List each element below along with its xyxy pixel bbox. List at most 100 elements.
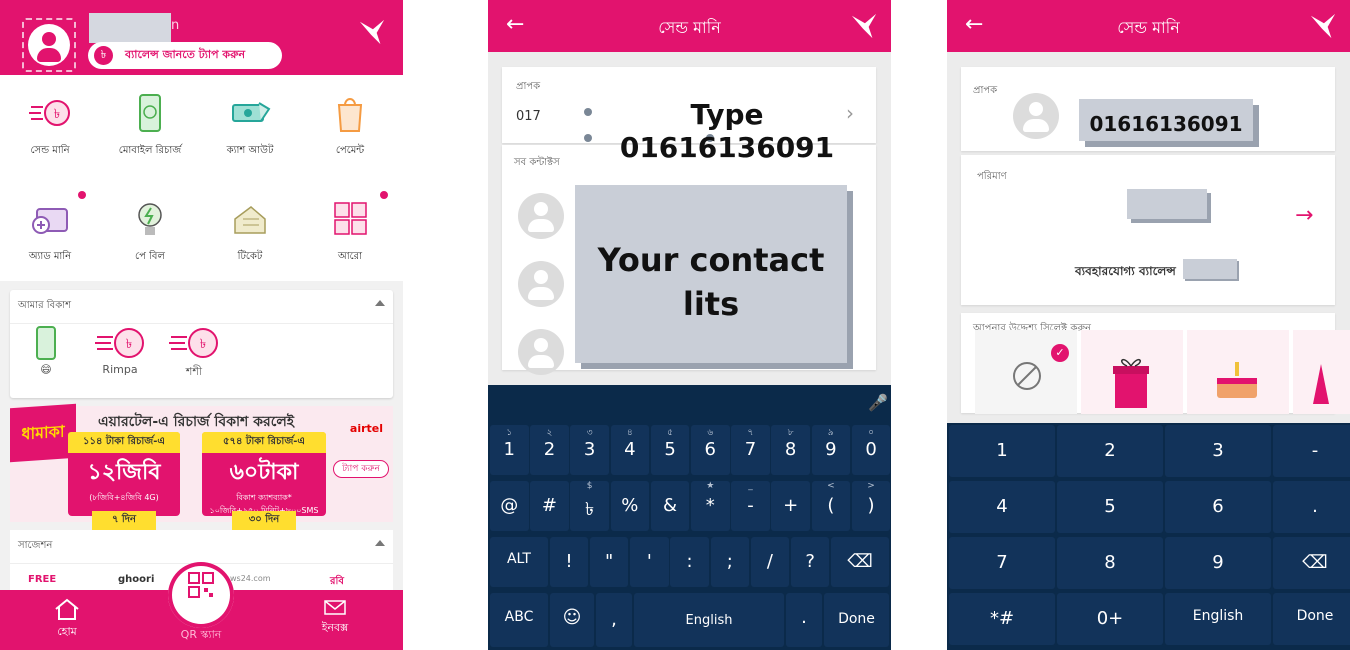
amount-redaction[interactable]	[1127, 189, 1207, 219]
number-key[interactable]: ০0	[851, 425, 891, 475]
symbol-key[interactable]: <(	[811, 481, 851, 531]
suggestion-header[interactable]: সাজেশন	[10, 530, 393, 564]
dress-icon	[1313, 364, 1329, 404]
emoji-key[interactable]: ☺	[550, 593, 594, 647]
numpad-key[interactable]: 4	[949, 481, 1055, 533]
numpad-key[interactable]: 9	[1165, 537, 1271, 589]
favorite-contact[interactable]: ৳ শশী	[164, 326, 224, 382]
key-label: 8	[784, 439, 797, 460]
numpad-key[interactable]: 7	[949, 537, 1055, 589]
menu-mobile-recharge[interactable]: মোবাইল রিচার্জ	[100, 93, 200, 160]
done-key[interactable]: Done	[824, 593, 889, 647]
next-arrow-icon[interactable]: →	[1295, 203, 1313, 228]
banner-tap-button[interactable]: ট্যাপ করুন	[333, 460, 389, 478]
number-key[interactable]: ৬6	[691, 425, 730, 475]
favorite-contact[interactable]: ৳ Rimpa	[90, 326, 150, 376]
punctuation-key[interactable]: !	[549, 537, 589, 587]
language-key[interactable]: English	[1165, 593, 1271, 645]
number-key[interactable]: ১1	[490, 425, 529, 475]
number-key[interactable]: ৫5	[650, 425, 690, 475]
symbol-key[interactable]: >)	[851, 481, 891, 531]
key-label: /	[766, 551, 773, 572]
balance-button[interactable]: ৳ ব্যালেন্স জানতে ট্যাপ করুন	[88, 42, 282, 69]
numpad-key[interactable]: *#	[949, 593, 1055, 645]
emoji-icon: ☺	[562, 607, 582, 628]
nav-home[interactable]: হোম	[22, 598, 112, 642]
numpad-key[interactable]: 2	[1057, 425, 1163, 477]
numpad-key[interactable]: 6	[1165, 481, 1271, 533]
contact-avatar[interactable]	[518, 329, 564, 375]
favorite-contact[interactable]: 😄	[16, 326, 76, 376]
suggestion-logo[interactable]: রবি	[330, 574, 344, 591]
numpad-key[interactable]: .	[1273, 481, 1350, 533]
menu-pay-bill[interactable]: পে বিল	[100, 199, 200, 266]
number-key[interactable]: ৪4	[610, 425, 650, 475]
abc-key[interactable]: ABC	[490, 593, 548, 647]
menu-cash-out[interactable]: ক্যাশ আউট	[200, 93, 300, 160]
nav-label: হোম	[57, 625, 77, 638]
symbol-key[interactable]: _ -	[731, 481, 770, 531]
collapse-arrow-icon[interactable]	[375, 540, 385, 546]
microphone-icon[interactable]: 🎤	[868, 393, 888, 412]
backspace-key[interactable]: ⌫	[831, 537, 889, 587]
number-key[interactable]: ২2	[530, 425, 569, 475]
space-language-key[interactable]: English	[634, 593, 784, 647]
numpad-key[interactable]: 0+	[1057, 593, 1163, 645]
symbol-key[interactable]: @	[490, 481, 529, 531]
punctuation-key[interactable]: '	[630, 537, 669, 587]
promo-banner[interactable]: ধামাকা এয়ারটেল-এ রিচার্জ বিকাশ করলেই ১১…	[10, 403, 393, 530]
collapse-arrow-icon[interactable]	[375, 300, 385, 306]
symbol-key[interactable]: %	[610, 481, 650, 531]
numpad-key[interactable]: 3	[1165, 425, 1271, 477]
avatar[interactable]	[28, 24, 70, 66]
send-money-icon: ৳	[169, 328, 218, 358]
page-title: সেন্ড মানি	[658, 18, 721, 37]
suggestion-logo[interactable]: FREE	[28, 574, 56, 585]
symbol-key[interactable]: +	[771, 481, 810, 531]
gift-icon	[1113, 358, 1149, 408]
nav-inbox[interactable]: ইনবক্স	[290, 598, 380, 638]
purpose-more[interactable]	[1293, 330, 1350, 414]
bkash-logo-icon	[359, 19, 385, 45]
number-key[interactable]: ৩3	[570, 425, 609, 475]
symbol-key[interactable]: ★ *	[691, 481, 730, 531]
contact-avatar[interactable]	[518, 193, 564, 239]
punctuation-key[interactable]: :	[670, 537, 709, 587]
menu-payment[interactable]: পেমেন্ট	[300, 93, 400, 160]
recipient-label: প্রাপক	[973, 85, 998, 96]
menu-ticket[interactable]: টিকেট	[200, 199, 300, 266]
key-label: 7	[996, 552, 1008, 573]
menu-send-money[interactable]: ৳ সেন্ড মানি	[0, 93, 100, 160]
period-key[interactable]: .	[786, 593, 822, 647]
number-key[interactable]: ৯9	[811, 425, 851, 475]
my-bkash-header[interactable]: আমার বিকাশ	[10, 290, 393, 324]
alt-key[interactable]: ALT	[490, 537, 548, 587]
punctuation-key[interactable]: "	[589, 537, 629, 587]
purpose-none[interactable]: ✓	[975, 330, 1077, 414]
numpad-key[interactable]: -	[1273, 425, 1350, 477]
number-key[interactable]: ৮8	[771, 425, 810, 475]
symbol-key[interactable]: $ ৳	[570, 481, 609, 531]
numpad-key[interactable]: 5	[1057, 481, 1163, 533]
backspace-key[interactable]: ⌫	[1273, 537, 1350, 589]
number-key[interactable]: ৭7	[731, 425, 770, 475]
purpose-birthday[interactable]	[1187, 330, 1289, 414]
punctuation-key[interactable]: ;	[710, 537, 749, 587]
numpad-key[interactable]: 8	[1057, 537, 1163, 589]
purpose-gift[interactable]	[1081, 330, 1183, 414]
recipient-input[interactable]: 017	[516, 109, 541, 124]
comma-key[interactable]: ,	[596, 593, 632, 647]
suggestion-logo[interactable]: ghoori	[118, 574, 154, 585]
punctuation-key[interactable]: /	[750, 537, 790, 587]
symbol-key[interactable]: #	[530, 481, 569, 531]
contact-avatar[interactable]	[518, 261, 564, 307]
menu-add-money[interactable]: অ্যাড মানি	[0, 199, 100, 266]
done-key[interactable]: Done	[1273, 593, 1350, 645]
suggestion-logo[interactable]: ws24.com	[230, 574, 271, 583]
menu-more[interactable]: আরো	[300, 199, 400, 266]
suggestion-title: সাজেশন	[18, 540, 53, 551]
numpad-key[interactable]: 1	[949, 425, 1055, 477]
symbol-key[interactable]: &	[650, 481, 690, 531]
punctuation-key[interactable]: ?	[790, 537, 830, 587]
key-label: !	[565, 551, 573, 572]
